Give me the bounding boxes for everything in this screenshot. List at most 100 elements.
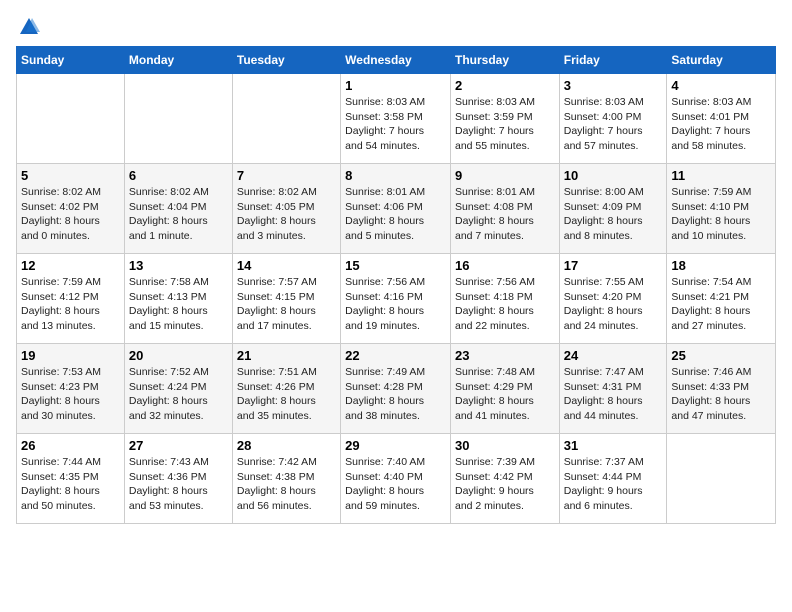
day-info: Sunrise: 7:43 AM Sunset: 4:36 PM Dayligh… bbox=[129, 455, 228, 514]
day-cell: 14 Sunrise: 7:57 AM Sunset: 4:15 PM Dayli… bbox=[232, 254, 340, 344]
day-cell: 8Sunrise: 8:01 AM Sunset: 4:06 PM Daylig… bbox=[341, 164, 451, 254]
day-number: 17 bbox=[564, 258, 663, 273]
day-cell: 16 Sunrise: 7:56 AM Sunset: 4:18 PM Dayli… bbox=[450, 254, 559, 344]
day-cell: 18Sunrise: 7:54 AM Sunset: 4:21 PM Dayli… bbox=[667, 254, 776, 344]
day-info: Sunrise: 7:47 AM Sunset: 4:31 PM Dayligh… bbox=[564, 365, 663, 424]
day-info: Sunrise: 7:56 AM Sunset: 4:16 PM Dayligh… bbox=[345, 275, 446, 334]
day-number: 5 bbox=[21, 168, 120, 183]
weekday-header-wednesday: Wednesday bbox=[341, 47, 451, 74]
day-cell: 6 Sunrise: 8:02 AM Sunset: 4:04 PM Daylig… bbox=[124, 164, 232, 254]
day-info: Sunrise: 7:44 AM Sunset: 4:35 PM Dayligh… bbox=[21, 455, 120, 514]
day-cell: 9 Sunrise: 8:01 AM Sunset: 4:08 PM Daylig… bbox=[450, 164, 559, 254]
day-info: Sunrise: 7:55 AM Sunset: 4:20 PM Dayligh… bbox=[564, 275, 663, 334]
day-info: Sunrise: 7:42 AM Sunset: 4:38 PM Dayligh… bbox=[237, 455, 336, 514]
week-row-5: 26 Sunrise: 7:44 AM Sunset: 4:35 PM Dayli… bbox=[17, 434, 776, 524]
day-info: Sunrise: 7:58 AM Sunset: 4:13 PM Dayligh… bbox=[129, 275, 228, 334]
week-row-3: 12 Sunrise: 7:59 AM Sunset: 4:12 PM Dayli… bbox=[17, 254, 776, 344]
day-number: 10 bbox=[564, 168, 663, 183]
day-number: 31 bbox=[564, 438, 663, 453]
day-cell: 3 Sunrise: 8:03 AM Sunset: 4:00 PM Daylig… bbox=[559, 74, 667, 164]
day-number: 23 bbox=[455, 348, 555, 363]
week-row-4: 19 Sunrise: 7:53 AM Sunset: 4:23 PM Dayli… bbox=[17, 344, 776, 434]
day-info: Sunrise: 7:59 AM Sunset: 4:10 PM Dayligh… bbox=[671, 185, 771, 244]
day-info: Sunrise: 8:03 AM Sunset: 4:01 PM Dayligh… bbox=[671, 95, 771, 154]
day-info: Sunrise: 7:59 AM Sunset: 4:12 PM Dayligh… bbox=[21, 275, 120, 334]
day-info: Sunrise: 7:40 AM Sunset: 4:40 PM Dayligh… bbox=[345, 455, 446, 514]
day-number: 18 bbox=[671, 258, 771, 273]
day-info: Sunrise: 8:03 AM Sunset: 4:00 PM Dayligh… bbox=[564, 95, 663, 154]
day-info: Sunrise: 7:52 AM Sunset: 4:24 PM Dayligh… bbox=[129, 365, 228, 424]
day-cell: 25 Sunrise: 7:46 AM Sunset: 4:33 PM Dayli… bbox=[667, 344, 776, 434]
day-info: Sunrise: 8:02 AM Sunset: 4:05 PM Dayligh… bbox=[237, 185, 336, 244]
day-cell: 1 Sunrise: 8:03 AM Sunset: 3:58 PM Daylig… bbox=[341, 74, 451, 164]
day-number: 12 bbox=[21, 258, 120, 273]
day-number: 8 bbox=[345, 168, 446, 183]
weekday-header-saturday: Saturday bbox=[667, 47, 776, 74]
day-info: Sunrise: 7:53 AM Sunset: 4:23 PM Dayligh… bbox=[21, 365, 120, 424]
weekday-header-tuesday: Tuesday bbox=[232, 47, 340, 74]
day-info: Sunrise: 8:03 AM Sunset: 3:59 PM Dayligh… bbox=[455, 95, 555, 154]
weekday-header-row: SundayMondayTuesdayWednesdayThursdayFrid… bbox=[17, 47, 776, 74]
day-number: 24 bbox=[564, 348, 663, 363]
logo bbox=[16, 16, 40, 38]
day-cell bbox=[124, 74, 232, 164]
day-number: 29 bbox=[345, 438, 446, 453]
day-cell: 31 Sunrise: 7:37 AM Sunset: 4:44 PM Dayli… bbox=[559, 434, 667, 524]
weekday-header-thursday: Thursday bbox=[450, 47, 559, 74]
day-number: 19 bbox=[21, 348, 120, 363]
day-number: 28 bbox=[237, 438, 336, 453]
day-cell: 5 Sunrise: 8:02 AM Sunset: 4:02 PM Daylig… bbox=[17, 164, 125, 254]
day-number: 25 bbox=[671, 348, 771, 363]
day-number: 9 bbox=[455, 168, 555, 183]
day-cell: 7Sunrise: 8:02 AM Sunset: 4:05 PM Daylig… bbox=[232, 164, 340, 254]
day-cell: 2 Sunrise: 8:03 AM Sunset: 3:59 PM Daylig… bbox=[450, 74, 559, 164]
day-info: Sunrise: 7:57 AM Sunset: 4:15 PM Dayligh… bbox=[237, 275, 336, 334]
day-cell: 13 Sunrise: 7:58 AM Sunset: 4:13 PM Dayli… bbox=[124, 254, 232, 344]
week-row-2: 5 Sunrise: 8:02 AM Sunset: 4:02 PM Daylig… bbox=[17, 164, 776, 254]
day-cell: 27 Sunrise: 7:43 AM Sunset: 4:36 PM Dayli… bbox=[124, 434, 232, 524]
day-info: Sunrise: 7:56 AM Sunset: 4:18 PM Dayligh… bbox=[455, 275, 555, 334]
day-info: Sunrise: 7:48 AM Sunset: 4:29 PM Dayligh… bbox=[455, 365, 555, 424]
day-cell bbox=[232, 74, 340, 164]
day-info: Sunrise: 7:51 AM Sunset: 4:26 PM Dayligh… bbox=[237, 365, 336, 424]
day-info: Sunrise: 7:37 AM Sunset: 4:44 PM Dayligh… bbox=[564, 455, 663, 514]
day-info: Sunrise: 8:02 AM Sunset: 4:02 PM Dayligh… bbox=[21, 185, 120, 244]
weekday-header-sunday: Sunday bbox=[17, 47, 125, 74]
day-info: Sunrise: 8:03 AM Sunset: 3:58 PM Dayligh… bbox=[345, 95, 446, 154]
day-info: Sunrise: 8:01 AM Sunset: 4:08 PM Dayligh… bbox=[455, 185, 555, 244]
day-number: 3 bbox=[564, 78, 663, 93]
day-cell: 28 Sunrise: 7:42 AM Sunset: 4:38 PM Dayli… bbox=[232, 434, 340, 524]
weekday-header-friday: Friday bbox=[559, 47, 667, 74]
day-cell bbox=[667, 434, 776, 524]
day-number: 21 bbox=[237, 348, 336, 363]
day-number: 22 bbox=[345, 348, 446, 363]
day-number: 27 bbox=[129, 438, 228, 453]
day-cell: 15Sunrise: 7:56 AM Sunset: 4:16 PM Dayli… bbox=[341, 254, 451, 344]
day-number: 13 bbox=[129, 258, 228, 273]
logo-icon bbox=[18, 16, 40, 38]
day-cell bbox=[17, 74, 125, 164]
day-number: 30 bbox=[455, 438, 555, 453]
day-number: 2 bbox=[455, 78, 555, 93]
day-number: 1 bbox=[345, 78, 446, 93]
day-number: 20 bbox=[129, 348, 228, 363]
day-number: 26 bbox=[21, 438, 120, 453]
day-number: 16 bbox=[455, 258, 555, 273]
day-cell: 20 Sunrise: 7:52 AM Sunset: 4:24 PM Dayli… bbox=[124, 344, 232, 434]
day-cell: 24 Sunrise: 7:47 AM Sunset: 4:31 PM Dayli… bbox=[559, 344, 667, 434]
day-cell: 23 Sunrise: 7:48 AM Sunset: 4:29 PM Dayli… bbox=[450, 344, 559, 434]
day-cell: 12 Sunrise: 7:59 AM Sunset: 4:12 PM Dayli… bbox=[17, 254, 125, 344]
day-cell: 22 Sunrise: 7:49 AM Sunset: 4:28 PM Dayli… bbox=[341, 344, 451, 434]
day-info: Sunrise: 7:46 AM Sunset: 4:33 PM Dayligh… bbox=[671, 365, 771, 424]
day-number: 14 bbox=[237, 258, 336, 273]
day-info: Sunrise: 7:39 AM Sunset: 4:42 PM Dayligh… bbox=[455, 455, 555, 514]
day-cell: 29 Sunrise: 7:40 AM Sunset: 4:40 PM Dayli… bbox=[341, 434, 451, 524]
day-number: 11 bbox=[671, 168, 771, 183]
day-number: 6 bbox=[129, 168, 228, 183]
day-cell: 26 Sunrise: 7:44 AM Sunset: 4:35 PM Dayli… bbox=[17, 434, 125, 524]
day-info: Sunrise: 7:49 AM Sunset: 4:28 PM Dayligh… bbox=[345, 365, 446, 424]
day-cell: 17 Sunrise: 7:55 AM Sunset: 4:20 PM Dayli… bbox=[559, 254, 667, 344]
day-cell: 19 Sunrise: 7:53 AM Sunset: 4:23 PM Dayli… bbox=[17, 344, 125, 434]
day-info: Sunrise: 8:02 AM Sunset: 4:04 PM Dayligh… bbox=[129, 185, 228, 244]
day-cell: 11 Sunrise: 7:59 AM Sunset: 4:10 PM Dayli… bbox=[667, 164, 776, 254]
